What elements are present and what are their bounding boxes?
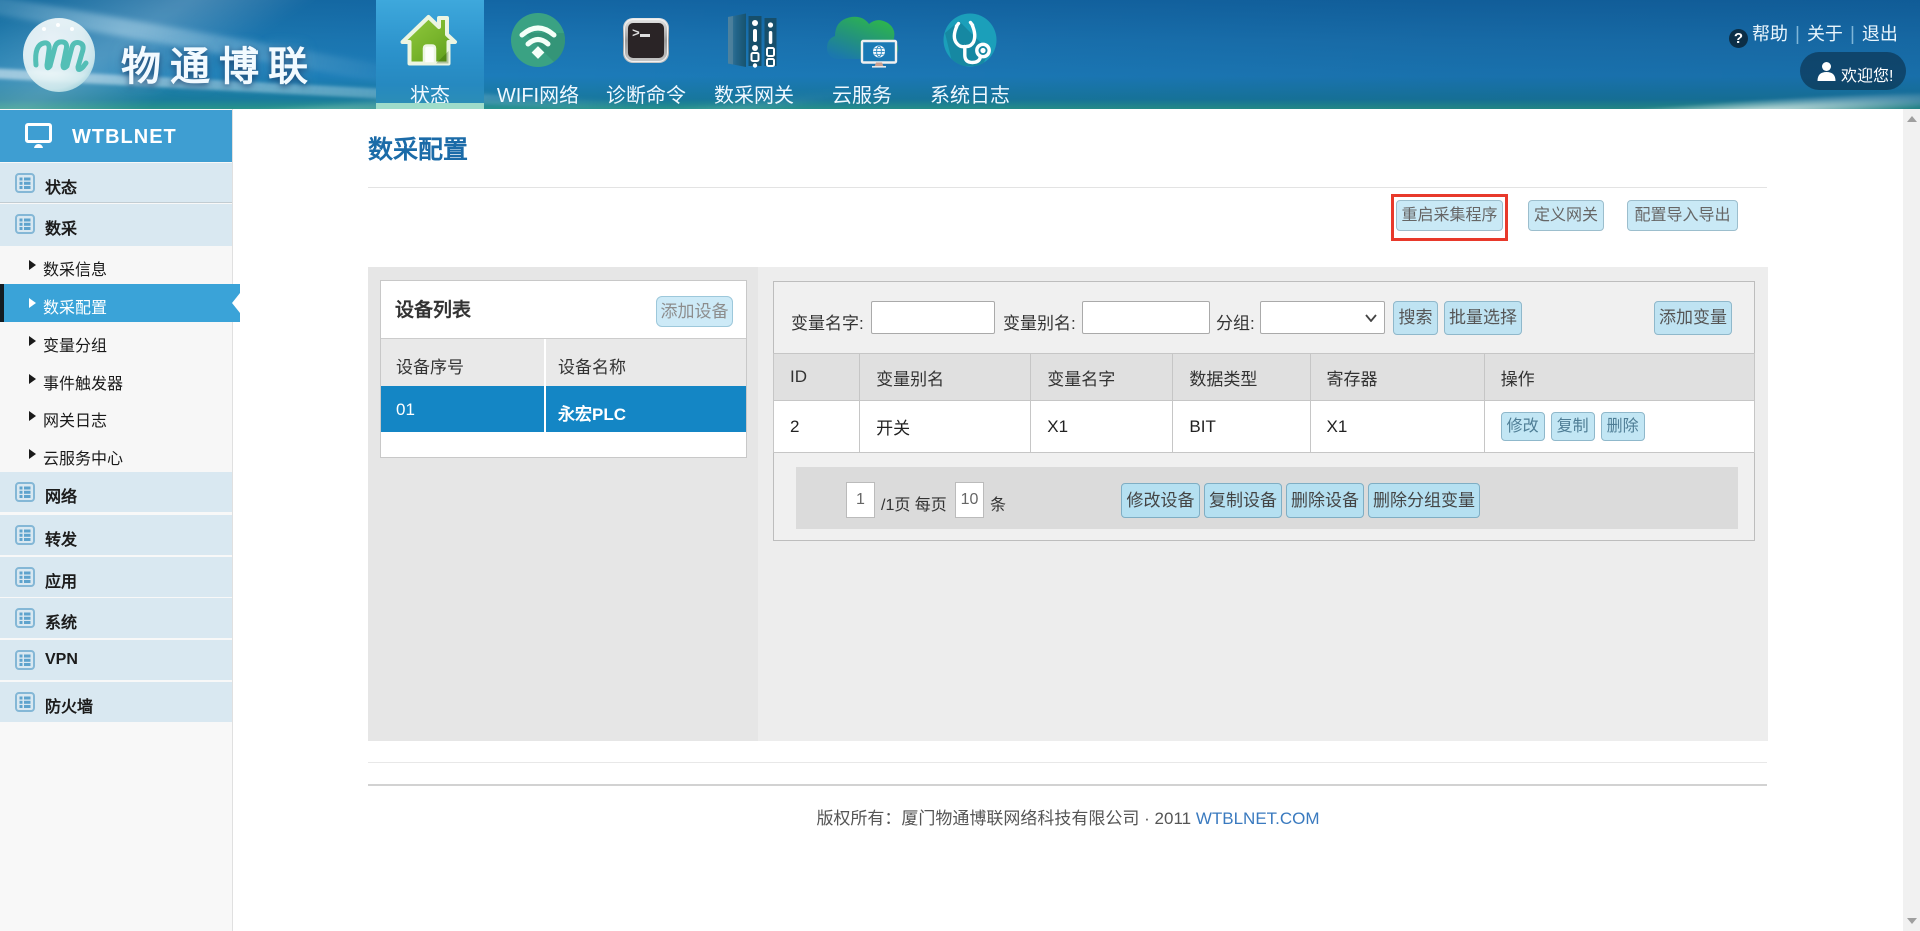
svg-text:>: >	[632, 26, 640, 41]
